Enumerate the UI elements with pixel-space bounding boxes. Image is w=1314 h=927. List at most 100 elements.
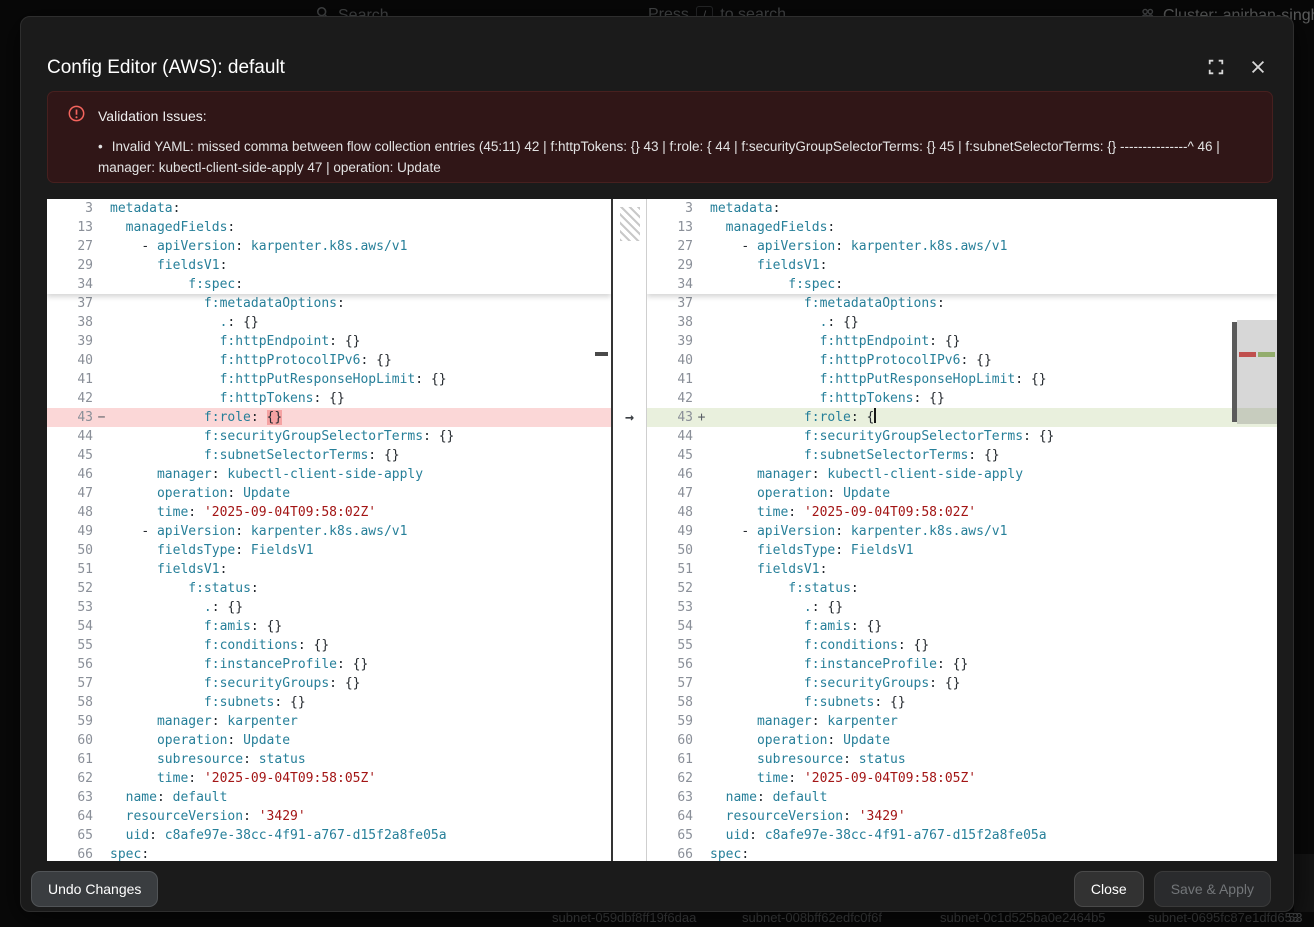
- code-line-63[interactable]: 63 name: default: [47, 788, 611, 807]
- code-line-13[interactable]: 13 managedFields:: [47, 218, 611, 237]
- code-line-29[interactable]: 29 fieldsV1:: [647, 256, 1277, 275]
- undo-changes-button[interactable]: Undo Changes: [31, 871, 158, 907]
- save-apply-button[interactable]: Save & Apply: [1154, 871, 1271, 907]
- line-number: 50: [47, 541, 93, 560]
- code-line-65[interactable]: 65 uid: c8afe97e-38cc-4f91-a767-d15f2a8f…: [47, 826, 611, 845]
- code-line-58[interactable]: 58 f:subnets: {}: [47, 693, 611, 712]
- diff-marker: [693, 370, 710, 389]
- code-line-51[interactable]: 51 fieldsV1:: [47, 560, 611, 579]
- code-line-53[interactable]: 53 .: {}: [647, 598, 1277, 617]
- code-line-57[interactable]: 57 f:securityGroups: {}: [47, 674, 611, 693]
- code-line-40[interactable]: 40 f:httpProtocolIPv6: {}: [647, 351, 1277, 370]
- code-line-64[interactable]: 64 resourceVersion: '3429': [47, 807, 611, 826]
- code-line-37[interactable]: 37 f:metadataOptions:: [47, 294, 611, 313]
- overview-ruler[interactable]: [1237, 199, 1277, 861]
- code-line-41[interactable]: 41 f:httpPutResponseHopLimit: {}: [47, 370, 611, 389]
- apply-change-arrow-icon[interactable]: →: [613, 408, 646, 427]
- line-number: 41: [647, 370, 693, 389]
- code-line-44[interactable]: 44 f:securityGroupSelectorTerms: {}: [647, 427, 1277, 446]
- diff-marker: [693, 845, 710, 861]
- code-line-60[interactable]: 60 operation: Update: [47, 731, 611, 750]
- code-line-37[interactable]: 37 f:metadataOptions:: [647, 294, 1277, 313]
- code-line-27[interactable]: 27 - apiVersion: karpenter.k8s.aws/v1: [47, 237, 611, 256]
- code-line-46[interactable]: 46 manager: kubectl-client-side-apply: [47, 465, 611, 484]
- code-line-47[interactable]: 47 operation: Update: [47, 484, 611, 503]
- code-line-53[interactable]: 53 .: {}: [47, 598, 611, 617]
- code-line-45[interactable]: 45 f:subnetSelectorTerms: {}: [47, 446, 611, 465]
- sticky-scroll-lines[interactable]: 3metadata:13 managedFields:27 - apiVersi…: [647, 199, 1277, 294]
- code-body[interactable]: 37 f:metadataOptions:38 .: {}39 f:httpEn…: [47, 294, 611, 861]
- code-line-62[interactable]: 62 time: '2025-09-04T09:58:05Z': [647, 769, 1277, 788]
- code-line-45[interactable]: 45 f:subnetSelectorTerms: {}: [647, 446, 1277, 465]
- code-line-55[interactable]: 55 f:conditions: {}: [47, 636, 611, 655]
- code-line-3[interactable]: 3metadata:: [47, 199, 611, 218]
- code-text: f:httpProtocolIPv6: {}: [110, 351, 611, 370]
- code-line-64[interactable]: 64 resourceVersion: '3429': [647, 807, 1277, 826]
- code-line-49[interactable]: 49 - apiVersion: karpenter.k8s.aws/v1: [647, 522, 1277, 541]
- code-line-52[interactable]: 52 f:status:: [47, 579, 611, 598]
- code-body[interactable]: 37 f:metadataOptions:38 .: {}39 f:httpEn…: [647, 294, 1277, 861]
- code-line-65[interactable]: 65 uid: c8afe97e-38cc-4f91-a767-d15f2a8f…: [647, 826, 1277, 845]
- line-number: 48: [47, 503, 93, 522]
- code-line-50[interactable]: 50 fieldsType: FieldsV1: [647, 541, 1277, 560]
- line-number: 60: [647, 731, 693, 750]
- diff-marker: [693, 484, 710, 503]
- code-line-47[interactable]: 47 operation: Update: [647, 484, 1277, 503]
- code-line-60[interactable]: 60 operation: Update: [647, 731, 1277, 750]
- close-button[interactable]: Close: [1074, 871, 1144, 907]
- code-line-38[interactable]: 38 .: {}: [47, 313, 611, 332]
- code-line-43[interactable]: 43+ f:role: {: [647, 408, 1277, 427]
- code-line-54[interactable]: 54 f:amis: {}: [647, 617, 1277, 636]
- code-line-59[interactable]: 59 manager: karpenter: [647, 712, 1277, 731]
- code-line-41[interactable]: 41 f:httpPutResponseHopLimit: {}: [647, 370, 1277, 389]
- code-line-66[interactable]: 66spec:: [647, 845, 1277, 861]
- code-line-34[interactable]: 34 f:spec:: [647, 275, 1277, 294]
- close-icon[interactable]: [1249, 57, 1269, 77]
- diff-modified-pane[interactable]: 3metadata:13 managedFields:27 - apiVersi…: [647, 199, 1277, 861]
- sticky-scroll-lines[interactable]: 3metadata:13 managedFields:27 - apiVersi…: [47, 199, 611, 294]
- code-line-61[interactable]: 61 subresource: status: [47, 750, 611, 769]
- code-text: .: {}: [710, 313, 1277, 332]
- code-line-34[interactable]: 34 f:spec:: [47, 275, 611, 294]
- code-line-3[interactable]: 3metadata:: [647, 199, 1277, 218]
- code-line-49[interactable]: 49 - apiVersion: karpenter.k8s.aws/v1: [47, 522, 611, 541]
- line-number: 40: [47, 351, 93, 370]
- code-line-39[interactable]: 39 f:httpEndpoint: {}: [647, 332, 1277, 351]
- code-line-42[interactable]: 42 f:httpTokens: {}: [47, 389, 611, 408]
- code-line-29[interactable]: 29 fieldsV1:: [47, 256, 611, 275]
- fullscreen-expand-icon[interactable]: [1207, 57, 1227, 77]
- overview-ruler-slider[interactable]: [1237, 320, 1277, 424]
- code-line-38[interactable]: 38 .: {}: [647, 313, 1277, 332]
- code-line-27[interactable]: 27 - apiVersion: karpenter.k8s.aws/v1: [647, 237, 1277, 256]
- code-line-42[interactable]: 42 f:httpTokens: {}: [647, 389, 1277, 408]
- code-line-56[interactable]: 56 f:instanceProfile: {}: [47, 655, 611, 674]
- code-line-48[interactable]: 48 time: '2025-09-04T09:58:02Z': [647, 503, 1277, 522]
- code-line-57[interactable]: 57 f:securityGroups: {}: [647, 674, 1277, 693]
- line-number: 49: [647, 522, 693, 541]
- diff-marker: [93, 826, 110, 845]
- code-line-51[interactable]: 51 fieldsV1:: [647, 560, 1277, 579]
- code-line-48[interactable]: 48 time: '2025-09-04T09:58:02Z': [47, 503, 611, 522]
- code-line-56[interactable]: 56 f:instanceProfile: {}: [647, 655, 1277, 674]
- code-line-39[interactable]: 39 f:httpEndpoint: {}: [47, 332, 611, 351]
- code-line-63[interactable]: 63 name: default: [647, 788, 1277, 807]
- code-line-50[interactable]: 50 fieldsType: FieldsV1: [47, 541, 611, 560]
- code-line-40[interactable]: 40 f:httpProtocolIPv6: {}: [47, 351, 611, 370]
- code-line-52[interactable]: 52 f:status:: [647, 579, 1277, 598]
- code-line-58[interactable]: 58 f:subnets: {}: [647, 693, 1277, 712]
- code-line-55[interactable]: 55 f:conditions: {}: [647, 636, 1277, 655]
- code-line-54[interactable]: 54 f:amis: {}: [47, 617, 611, 636]
- code-line-13[interactable]: 13 managedFields:: [647, 218, 1277, 237]
- validation-message: Invalid YAML: missed comma between flow …: [98, 136, 1252, 178]
- line-number: 63: [47, 788, 93, 807]
- code-text: f:httpTokens: {}: [110, 389, 611, 408]
- code-line-46[interactable]: 46 manager: kubectl-client-side-apply: [647, 465, 1277, 484]
- code-line-43[interactable]: 43− f:role: {}: [47, 408, 611, 427]
- code-line-59[interactable]: 59 manager: karpenter: [47, 712, 611, 731]
- code-line-66[interactable]: 66spec:: [47, 845, 611, 861]
- diff-original-pane[interactable]: at 3metadata:13 managedFields:27 - apiVe…: [47, 199, 611, 861]
- code-text: .: {}: [110, 598, 611, 617]
- code-line-62[interactable]: 62 time: '2025-09-04T09:58:05Z': [47, 769, 611, 788]
- code-line-61[interactable]: 61 subresource: status: [647, 750, 1277, 769]
- code-line-44[interactable]: 44 f:securityGroupSelectorTerms: {}: [47, 427, 611, 446]
